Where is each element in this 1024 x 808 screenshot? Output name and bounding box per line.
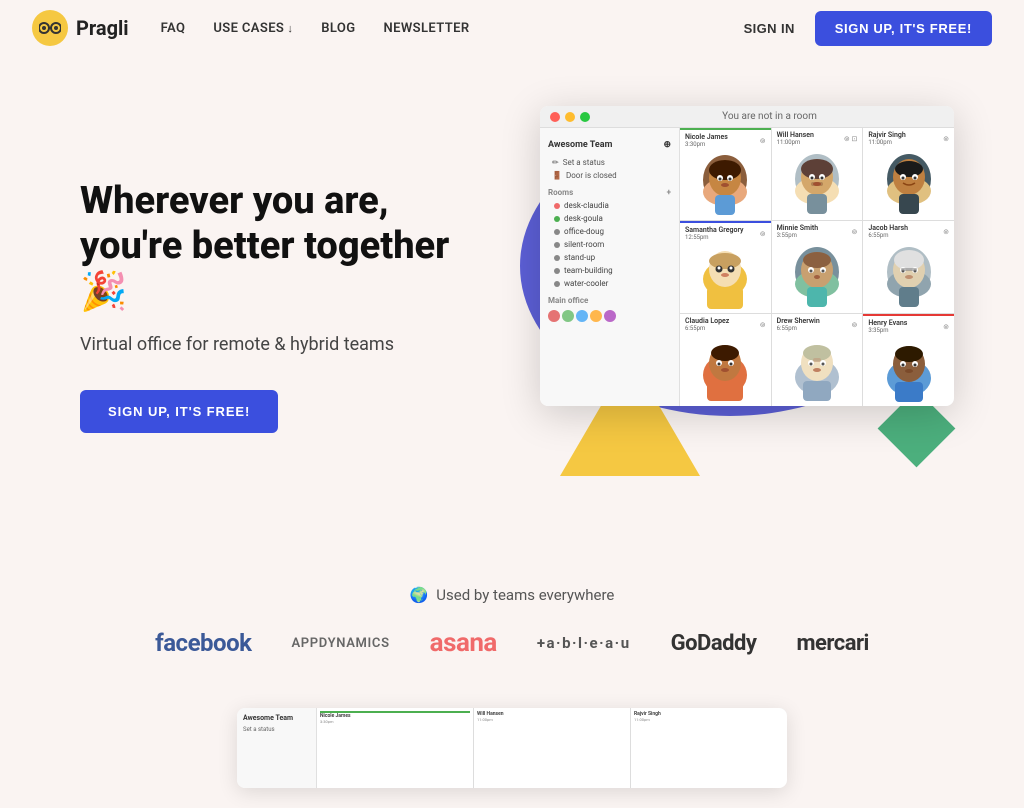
- app-body: Awesome Team ⊕ ✏ Set a status 🚪 Door is …: [540, 128, 954, 406]
- app-titlebar: You are not in a room: [540, 106, 954, 128]
- app-video-grid: Nicole James 3:30pm ⊚: [680, 128, 954, 406]
- navbar: Pragli FAQ USE CASES BLOG NEWSLETTER SIG…: [0, 0, 1024, 56]
- hero-text: Wherever you are, you're better together…: [80, 179, 460, 434]
- nav-blog[interactable]: BLOG: [321, 21, 355, 36]
- bottom-sidebar-team: Awesome Team: [241, 712, 312, 724]
- nav-right: SIGN IN SIGN UP, IT'S FREE!: [744, 11, 992, 46]
- sidebar-room-2[interactable]: desk-goula: [540, 212, 679, 225]
- bottom-cell-0: Nicole James 3:30pm: [317, 708, 473, 788]
- sidebar-team-name: Awesome Team ⊕: [540, 136, 679, 154]
- brands-label: 🌍 Used by teams everywhere: [20, 586, 1004, 604]
- titlebar-close-dot: [550, 112, 560, 122]
- room-dot-5: [554, 255, 560, 261]
- app-screenshot: You are not in a room Awesome Team ⊕ ✏ S…: [540, 106, 954, 406]
- brand-appdynamics: APPDYNAMICS: [291, 636, 389, 651]
- brands-logos: facebook APPDYNAMICS asana +a·b·l·e·a·u …: [20, 628, 1004, 658]
- mini-avatar-4: [590, 310, 602, 322]
- room-dot-6: [554, 268, 560, 274]
- hero-subtitle: Virtual office for remote & hybrid teams: [80, 331, 460, 358]
- room-dot-4: [554, 242, 560, 248]
- hero-visual: You are not in a room Awesome Team ⊕ ✏ S…: [480, 96, 964, 516]
- mini-avatar-1: [548, 310, 560, 322]
- sidebar-room-3[interactable]: office-doug: [540, 225, 679, 238]
- sidebar-office-avatars: [540, 307, 679, 325]
- room-dot-7: [554, 281, 560, 287]
- video-cell-8: Henry Evans 3:35pm ⊚: [863, 314, 954, 406]
- bottom-sidebar-status: Set a status: [241, 724, 312, 735]
- mini-avatar-2: [562, 310, 574, 322]
- titlebar-minimize-dot: [565, 112, 575, 122]
- sidebar-room-1[interactable]: desk-claudia: [540, 199, 679, 212]
- bottom-preview: Awesome Team Set a status Nicole James 3…: [0, 688, 1024, 808]
- sidebar-room-4[interactable]: silent-room: [540, 238, 679, 251]
- room-dot-3: [554, 229, 560, 235]
- bottom-cell-2: Rajvir Singh 11:00pm: [631, 708, 787, 788]
- nav-links: FAQ USE CASES BLOG NEWSLETTER: [161, 21, 744, 36]
- sidebar-room-7[interactable]: water-cooler: [540, 277, 679, 290]
- video-cell-0: Nicole James 3:30pm ⊚: [680, 128, 771, 220]
- logo-icon: [32, 10, 68, 46]
- hero-cta-button[interactable]: SIGN UP, IT'S FREE!: [80, 390, 278, 433]
- logo-text: Pragli: [76, 16, 129, 40]
- sign-in-button[interactable]: SIGN IN: [744, 21, 795, 36]
- video-cell-2: Rajvir Singh 11:00pm ⊚: [863, 128, 954, 220]
- video-cell-3: Samantha Gregory 12:55pm ⊚: [680, 221, 771, 313]
- mini-avatar-3: [576, 310, 588, 322]
- bottom-main-grid: Nicole James 3:30pm Will Hansen 11:00pm …: [317, 708, 787, 788]
- nav-newsletter[interactable]: NEWSLETTER: [384, 21, 470, 36]
- video-cell-1: Will Hansen 11:00pm ⊚ ⊡: [772, 128, 863, 220]
- app-sidebar: Awesome Team ⊕ ✏ Set a status 🚪 Door is …: [540, 128, 680, 406]
- sidebar-room-5[interactable]: stand-up: [540, 251, 679, 264]
- globe-icon: 🌍: [410, 586, 429, 604]
- video-cell-6: Claudia Lopez 6:55pm ⊚: [680, 314, 771, 406]
- bottom-sidebar: Awesome Team Set a status: [237, 708, 317, 788]
- bottom-app-preview: Awesome Team Set a status Nicole James 3…: [237, 708, 787, 788]
- video-cell-7: Drew Sherwin 6:55pm ⊚: [772, 314, 863, 406]
- brand-facebook: facebook: [155, 629, 251, 657]
- brands-section: 🌍 Used by teams everywhere facebook APPD…: [0, 536, 1024, 688]
- brand-godaddy: GoDaddy: [671, 631, 757, 656]
- hero-section: Wherever you are, you're better together…: [0, 56, 1024, 536]
- room-dot-1: [554, 203, 560, 209]
- bottom-cell-1: Will Hansen 11:00pm: [474, 708, 630, 788]
- sidebar-rooms-section: Rooms +: [540, 182, 679, 199]
- mini-avatar-5: [604, 310, 616, 322]
- video-cell-4: Minnie Smith 3:55pm ⊚: [772, 221, 863, 313]
- sidebar-main-office: Main office: [540, 290, 679, 307]
- brand-mercari: mercari: [796, 631, 868, 656]
- brand-tableau: +a·b·l·e·a·u: [537, 634, 631, 652]
- nav-faq[interactable]: FAQ: [161, 21, 186, 36]
- hero-title: Wherever you are, you're better together…: [80, 179, 460, 316]
- sidebar-door-status[interactable]: 🚪 Door is closed: [540, 169, 679, 182]
- sidebar-room-6[interactable]: team-building: [540, 264, 679, 277]
- app-bar-title: You are not in a room: [595, 111, 944, 122]
- brand-asana: asana: [430, 628, 497, 658]
- room-dot-2: [554, 216, 560, 222]
- video-cell-5: Jacob Harsh 6:55pm ⊚: [863, 221, 954, 313]
- sign-up-button-nav[interactable]: SIGN UP, IT'S FREE!: [815, 11, 992, 46]
- nav-use-cases[interactable]: USE CASES: [213, 21, 293, 36]
- sidebar-set-status[interactable]: ✏ Set a status: [540, 156, 679, 169]
- titlebar-maximize-dot: [580, 112, 590, 122]
- logo-link[interactable]: Pragli: [32, 10, 129, 46]
